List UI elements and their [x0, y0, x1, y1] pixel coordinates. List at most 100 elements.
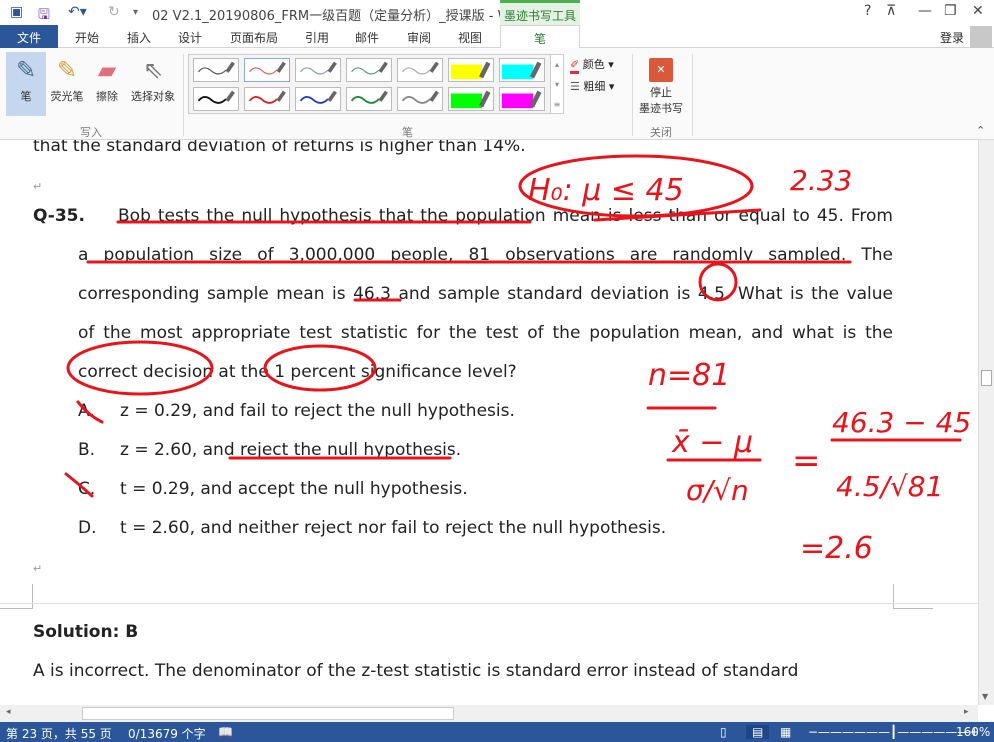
close-x-icon: ✕ [649, 58, 673, 82]
pen-swatch[interactable] [193, 87, 239, 111]
tab-design[interactable]: 设计 [178, 29, 202, 46]
tab-file[interactable]: 文件 [0, 25, 58, 48]
zoom-slider[interactable]: −——————┃——————+ [808, 725, 979, 739]
option-b: z = 2.60, and reject the null hypothesis… [120, 440, 462, 460]
vertical-scrollbar[interactable]: ▼ [978, 140, 994, 705]
ink-n: n=81 [648, 358, 730, 393]
ribbon: ✎ 笔 ✎ 荧光笔 ▰ 擦除 ⇖ 选择对象 写入 ▴ ▾ ≡ ✐ 颜色 ▾ ☰ 粗细 ▾ 笔… [0, 48, 994, 140]
close-button[interactable]: ✕ [972, 3, 984, 19]
pen-swatch[interactable] [448, 87, 494, 111]
pen-swatch[interactable] [448, 58, 494, 82]
divider [692, 54, 693, 136]
pen-swatch[interactable] [397, 87, 443, 111]
question-line: a population size of 3,000,000 people, 8… [78, 245, 893, 265]
tab-insert[interactable]: 插入 [127, 29, 151, 46]
pen-swatch[interactable] [499, 87, 545, 111]
collapse-ribbon-icon[interactable]: ⌃ [976, 124, 985, 137]
ink-numerator-left: x̄ − μ [671, 425, 753, 460]
paragraph-mark: ↵ [33, 180, 43, 193]
ribbon-tabs: 文件 开始 插入 设计 页面布局 引用 邮件 审阅 视图 笔 登录 [0, 25, 994, 49]
help-button[interactable]: ? [864, 3, 871, 19]
thickness-icon: ☰ [570, 80, 580, 93]
previous-line: that the standard deviation of returns i… [33, 140, 526, 156]
print-layout-icon[interactable]: ▤ [746, 725, 770, 739]
highlighter-button[interactable]: ✎ 荧光笔 [48, 52, 86, 116]
ink-critical-value: 2.33 [790, 164, 852, 197]
avatar[interactable] [970, 26, 992, 48]
status-bar: 第 23 页，共 55 页 0/13679 个字 📖 ▯ ▤ ▦ −——————… [0, 722, 994, 742]
ink-denominator-left: σ/√n [686, 474, 749, 507]
scroll-thumb[interactable] [981, 370, 992, 386]
solution-heading: Solution: B [33, 622, 139, 642]
divider [632, 54, 633, 136]
web-layout-icon[interactable]: ▦ [780, 725, 791, 739]
redo-icon[interactable]: ↻ [108, 4, 120, 20]
ribbon-display-button[interactable]: ⊼ [886, 3, 896, 19]
page-count[interactable]: 第 23 页，共 55 页 [6, 725, 112, 742]
pen-swatch[interactable] [193, 58, 239, 82]
color-label: 颜色 [582, 58, 605, 71]
pen-swatch[interactable] [244, 58, 290, 82]
pen-swatch[interactable] [397, 58, 443, 82]
customize-qat-icon[interactable]: ▾ [133, 7, 138, 18]
thickness-button[interactable]: ☰ 粗细 ▾ [570, 78, 614, 94]
read-mode-icon[interactable]: ▯ [720, 725, 727, 739]
tab-pen[interactable]: 笔 [500, 25, 580, 49]
scroll-right-icon[interactable]: ▸ [964, 707, 969, 717]
eraser-button[interactable]: ▰ 擦除 [92, 52, 122, 116]
pen-swatch[interactable] [346, 87, 392, 111]
ink-equals: = [792, 441, 821, 481]
solution-text: A is incorrect. The denominator of the z… [33, 661, 799, 681]
question-line: Bob tests the null hypothesis that the p… [118, 206, 893, 226]
tab-references[interactable]: 引用 [305, 29, 329, 46]
undo-icon[interactable]: ↶▾ [68, 4, 87, 20]
word-count[interactable]: 0/13679 个字 [128, 725, 206, 742]
option-b-letter: B. [78, 440, 96, 460]
divider [183, 54, 184, 136]
pen-icon: ✎ [15, 56, 37, 84]
scroll-thumb[interactable] [82, 707, 454, 720]
eraser-label: 擦除 [96, 90, 118, 103]
page-corner-mark [893, 584, 933, 609]
restore-button[interactable]: ❐ [944, 3, 957, 19]
scroll-down-icon[interactable]: ▼ [982, 692, 988, 701]
pen-swatch[interactable] [295, 87, 341, 111]
question-line: of the most appropriate test statistic f… [78, 323, 893, 343]
select-objects-button[interactable]: ⇖ 选择对象 [128, 52, 178, 116]
pen-swatch[interactable] [295, 58, 341, 82]
ink-h0: H₀: μ ≤ 45 [528, 173, 684, 208]
gallery-scroll[interactable]: ▴ ▾ ≡ [550, 54, 564, 114]
ink-denominator-right: 4.5/√81 [836, 470, 943, 503]
tab-home[interactable]: 开始 [75, 29, 99, 46]
highlighter-icon: ✎ [56, 56, 78, 84]
pen-swatch[interactable] [499, 58, 545, 82]
tab-mailings[interactable]: 邮件 [355, 29, 379, 46]
pens-group-label: 笔 [402, 126, 413, 139]
sign-in-link[interactable]: 登录 [940, 29, 964, 46]
page-break [0, 603, 978, 604]
scroll-left-icon[interactable]: ◂ [6, 707, 11, 717]
pointer-icon: ⇖ [142, 56, 164, 84]
stop-inking-button[interactable]: ✕ 停止 墨迹书写 [638, 52, 684, 116]
color-button[interactable]: ✐ 颜色 ▾ [570, 56, 614, 74]
stop-label: 停止 [650, 86, 672, 99]
window-title: 02 V2.1_20190806_FRM一级百题（定量分析）_授课版 - Wor… [152, 9, 532, 24]
horizontal-scrollbar[interactable]: ◂ ▸ [0, 705, 978, 722]
pen-button[interactable]: ✎ 笔 [6, 52, 46, 116]
pen-gallery [188, 54, 564, 114]
minimize-button[interactable]: — [918, 3, 932, 19]
thickness-label: 粗细 [583, 80, 606, 93]
tab-view[interactable]: 视图 [458, 29, 482, 46]
proofing-icon[interactable]: 📖 [218, 725, 233, 739]
pen-swatch[interactable] [346, 58, 392, 82]
tab-review[interactable]: 审阅 [407, 29, 431, 46]
zoom-level[interactable]: 160% [956, 725, 990, 739]
ink-result: =2.6 [800, 531, 873, 566]
ink-tools-group: 墨迹书写工具 [500, 0, 580, 25]
question-number: Q-35. [33, 206, 85, 226]
eraser-icon: ▰ [97, 56, 117, 84]
pen-swatch[interactable] [244, 87, 290, 111]
question-line: corresponding sample mean is 46.3 and sa… [78, 284, 893, 304]
option-a-letter: A. [78, 401, 95, 421]
tab-layout[interactable]: 页面布局 [230, 29, 278, 46]
